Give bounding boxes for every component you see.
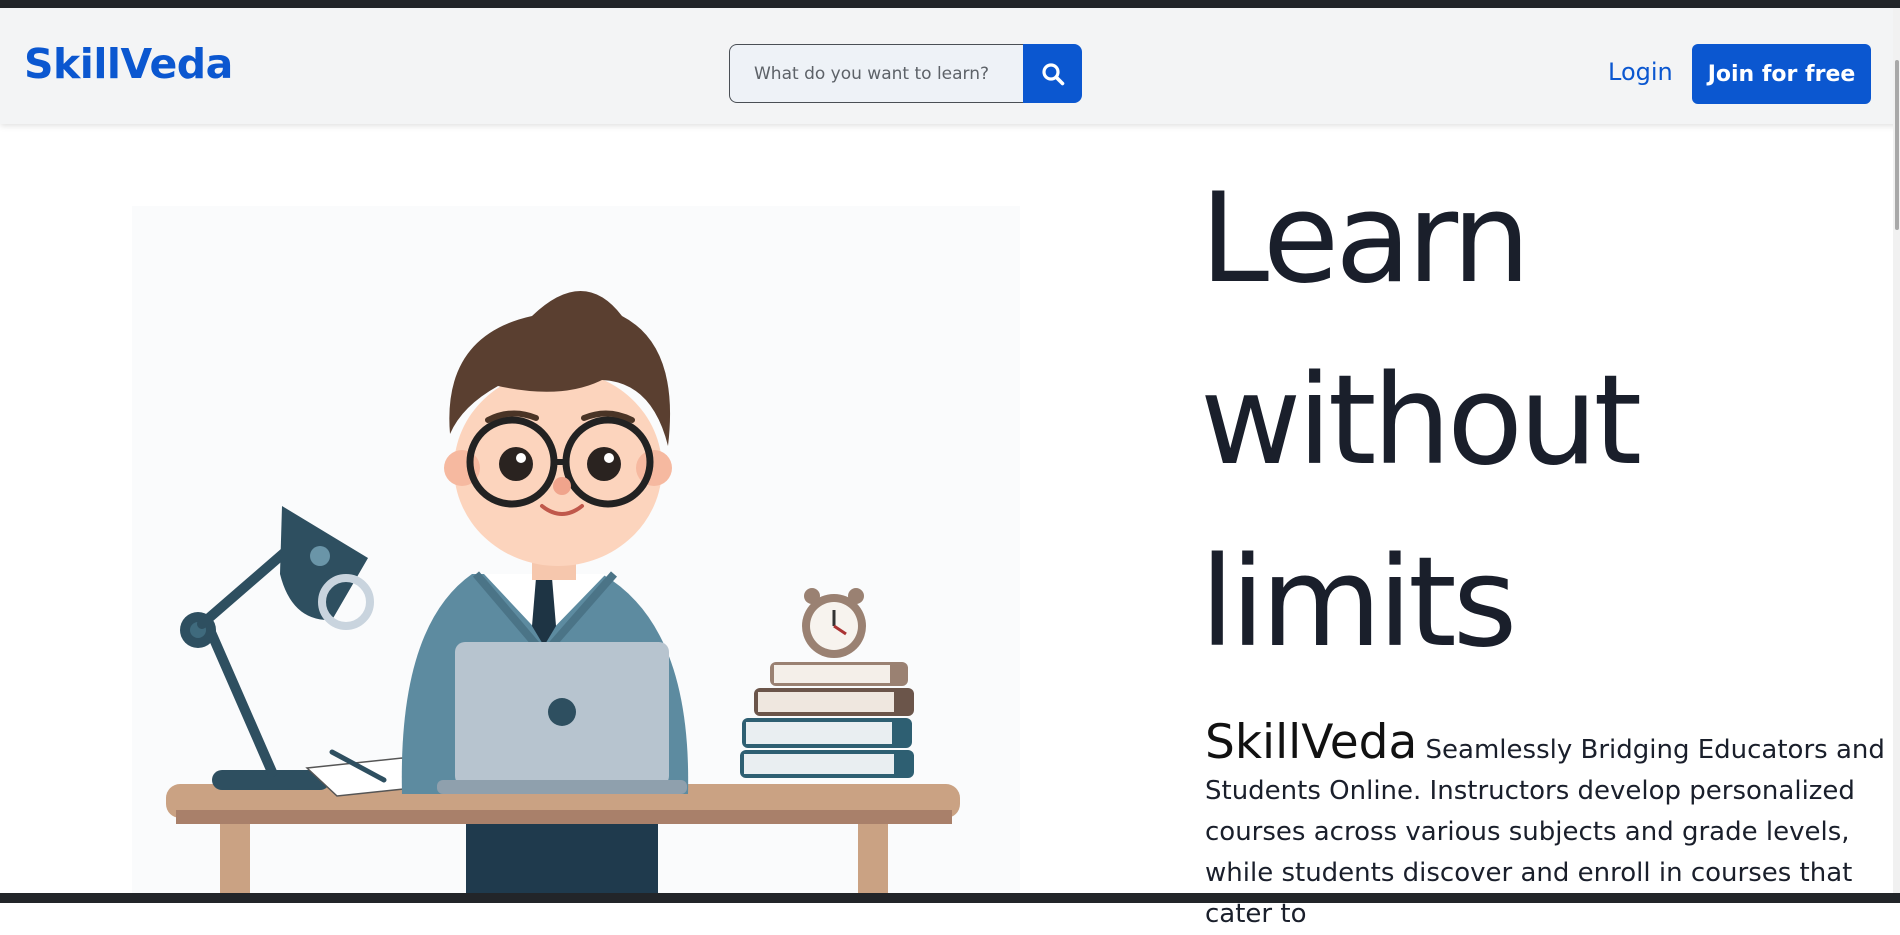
navbar: SkillVeda Login Join for free — [0, 8, 1900, 124]
hero-title-line: limits — [1200, 531, 1517, 675]
brand-logo[interactable]: SkillVeda — [24, 44, 233, 85]
search-icon — [1041, 62, 1064, 85]
student-at-desk-illustration — [132, 206, 1020, 893]
login-link[interactable]: Login — [1608, 60, 1673, 84]
window-top-strip — [0, 0, 1900, 8]
search-form — [729, 44, 1082, 103]
search-input[interactable] — [729, 44, 1023, 103]
join-for-free-button[interactable]: Join for free — [1692, 44, 1871, 104]
search-button[interactable] — [1023, 44, 1082, 103]
hero-title: Learn without limits — [1200, 148, 1642, 694]
hero-description: SkillVeda Seamlessly Bridging Educators … — [1205, 719, 1885, 935]
scrollbar-thumb[interactable] — [1895, 60, 1899, 230]
window-bottom-strip — [0, 893, 1900, 903]
hero-title-line: without — [1200, 349, 1642, 493]
hero-title-line: Learn — [1200, 167, 1531, 311]
illustration-art — [166, 291, 960, 893]
hero-description-brand: SkillVeda — [1205, 715, 1418, 770]
